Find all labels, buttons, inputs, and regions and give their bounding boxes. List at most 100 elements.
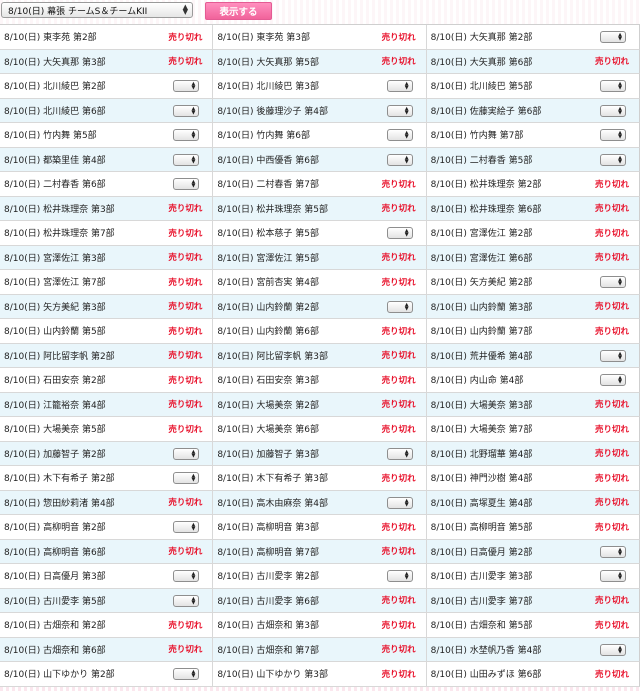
- ticket-cell: 8/10(日) 水埜帆乃香 第4部 ▲ ▼: [426, 637, 640, 662]
- sold-out-label: 売り切れ: [594, 179, 629, 190]
- table-row: 8/10(日) 松井珠理奈 第3部 売り切れ 8/10(日) 松井珠理奈 第5部 売り…: [0, 196, 640, 221]
- ticket-cell: 8/10(日) 山下ゆかり 第3部 売り切れ: [213, 662, 427, 687]
- quantity-select[interactable]: ▲ ▼: [599, 643, 626, 656]
- table-row: 8/10(日) 北川綾巴 第2部 ▲ ▼ 8/10(日) 北川綾巴 第3部 ▲ ▼ 8/10…: [0, 74, 640, 99]
- quantity-select[interactable]: ▲ ▼: [386, 129, 413, 141]
- ticket-label: 8/10(日) 松井珠理奈 第3部: [4, 204, 115, 215]
- ticket-label: 8/10(日) 日高優月 第3部: [4, 572, 106, 583]
- quantity-select[interactable]: ▲ ▼: [599, 80, 626, 92]
- ticket-label: 8/10(日) 古川愛李 第5部: [4, 596, 106, 607]
- ticket-cell: 8/10(日) 古畑奈和 第5部 売り切れ: [426, 613, 640, 638]
- ticket-cell: 8/10(日) 江籠裕奈 第4部 売り切れ: [0, 392, 214, 417]
- ticket-label: 8/10(日) 竹内舞 第5部: [4, 131, 97, 142]
- ticket-label: 8/10(日) 加藤智子 第3部: [217, 449, 320, 460]
- sold-out-label: 売り切れ: [594, 620, 629, 631]
- ticket-cell: 8/10(日) 高柳明音 第3部 売り切れ: [213, 515, 427, 540]
- ticket-label: 8/10(日) 高木由麻奈 第4部: [217, 498, 329, 509]
- ticket-cell: 8/10(日) 大場美奈 第6部 売り切れ: [213, 417, 427, 442]
- quantity-select[interactable]: ▲ ▼: [173, 447, 200, 460]
- quantity-select[interactable]: ▲ ▼: [173, 104, 200, 117]
- ticket-cell: 8/10(日) 高塚夏生 第4部 売り切れ: [426, 490, 640, 515]
- table-row: 8/10(日) 高柳明音 第6部 売り切れ 8/10(日) 高柳明音 第7部 売り切れ…: [0, 539, 640, 564]
- table-row: 8/10(日) 古畑奈和 第6部 売り切れ 8/10(日) 古畑奈和 第7部 売り切れ…: [0, 637, 640, 662]
- ticket-label: 8/10(日) 二村春香 第7部: [217, 180, 320, 191]
- ticket-label: 8/10(日) 古川愛李 第7部: [430, 596, 533, 607]
- ticket-cell: 8/10(日) 木下有希子 第3部 売り切れ: [213, 466, 427, 491]
- quantity-select[interactable]: ▲ ▼: [386, 447, 413, 460]
- table-row: 8/10(日) 大矢真那 第3部 売り切れ 8/10(日) 大矢真那 第5部 売り切れ…: [0, 49, 640, 74]
- quantity-select[interactable]: ▲ ▼: [599, 374, 626, 386]
- table-row: 8/10(日) 惣田紗莉渚 第4部 売り切れ 8/10(日) 高木由麻奈 第4部 ▲ ▼…: [0, 490, 640, 515]
- quantity-select[interactable]: ▲ ▼: [599, 545, 626, 558]
- ticket-label: 8/10(日) 石田安奈 第2部: [4, 376, 106, 387]
- quantity-select[interactable]: ▲ ▼: [599, 349, 626, 362]
- quantity-select[interactable]: ▲ ▼: [599, 129, 626, 141]
- ticket-label: 8/10(日) 山内鈴蘭 第2部: [217, 302, 320, 313]
- event-select-value: 8/10(日) 幕張 チームS＆チームKII: [8, 6, 148, 17]
- quantity-select[interactable]: ▲ ▼: [386, 104, 413, 117]
- quantity-select[interactable]: ▲ ▼: [599, 276, 626, 288]
- sold-out-label: 売り切れ: [168, 400, 203, 411]
- ticket-cell: 8/10(日) 荒井優希 第4部 ▲ ▼: [426, 343, 640, 368]
- sold-out-label: 売り切れ: [381, 547, 416, 558]
- select-arrows-icon: ▲ ▼: [618, 130, 622, 140]
- ticket-cell: 8/10(日) 北川綾巴 第3部 ▲ ▼: [213, 74, 427, 99]
- quantity-select[interactable]: ▲ ▼: [173, 521, 200, 533]
- ticket-cell: 8/10(日) 宮澤佐江 第5部 売り切れ: [213, 245, 427, 270]
- quantity-select[interactable]: ▲ ▼: [173, 472, 200, 484]
- ticket-label: 8/10(日) 東李苑 第3部: [217, 33, 311, 44]
- ticket-label: 8/10(日) 石田安奈 第3部: [217, 376, 320, 387]
- quantity-select[interactable]: ▲ ▼: [599, 570, 626, 582]
- ticket-label: 8/10(日) 松井珠理奈 第7部: [4, 229, 115, 240]
- quantity-select[interactable]: ▲ ▼: [386, 153, 413, 166]
- quantity-select[interactable]: ▲ ▼: [173, 668, 200, 680]
- ticket-label: 8/10(日) 古畑奈和 第2部: [4, 621, 106, 632]
- table-row: 8/10(日) 松井珠理奈 第7部 売り切れ 8/10(日) 松本慈子 第5部 ▲ ▼ 8…: [0, 221, 640, 246]
- ticket-cell: 8/10(日) 古畑奈和 第7部 売り切れ: [213, 637, 427, 662]
- ticket-cell: 8/10(日) 松本慈子 第5部 ▲ ▼: [213, 221, 427, 246]
- sold-out-label: 売り切れ: [594, 596, 629, 607]
- quantity-select[interactable]: ▲ ▼: [173, 153, 200, 166]
- ticket-cell: 8/10(日) 高柳明音 第7部 売り切れ: [213, 539, 427, 564]
- ticket-label: 8/10(日) 高柳明音 第3部: [217, 523, 320, 534]
- quantity-select[interactable]: ▲ ▼: [386, 300, 413, 313]
- table-row: 8/10(日) 古川愛李 第5部 ▲ ▼ 8/10(日) 古川愛李 第6部 売り切れ 8/…: [0, 588, 640, 613]
- ticket-label: 8/10(日) 日高優月 第2部: [430, 547, 533, 558]
- quantity-select[interactable]: ▲ ▼: [599, 153, 626, 166]
- quantity-select[interactable]: ▲ ▼: [599, 31, 626, 43]
- select-arrows-icon: ▲ ▼: [182, 3, 188, 16]
- quantity-select[interactable]: ▲ ▼: [173, 80, 200, 92]
- ticket-cell: 8/10(日) 高木由麻奈 第4部 ▲ ▼: [213, 490, 427, 515]
- ticket-cell: 8/10(日) 高柳明音 第5部 売り切れ: [426, 515, 640, 540]
- quantity-select[interactable]: ▲ ▼: [173, 594, 200, 607]
- table-row: 8/10(日) 竹内舞 第5部 ▲ ▼ 8/10(日) 竹内舞 第6部 ▲ ▼ 8/10(日…: [0, 123, 640, 148]
- ticket-cell: 8/10(日) 松井珠理奈 第7部 売り切れ: [0, 221, 214, 246]
- ticket-label: 8/10(日) 阿比留李帆 第3部: [217, 351, 329, 362]
- ticket-cell: 8/10(日) 北川綾巴 第6部 ▲ ▼: [0, 98, 214, 123]
- sold-out-label: 売り切れ: [594, 498, 629, 509]
- quantity-select[interactable]: ▲ ▼: [599, 104, 626, 117]
- ticket-label: 8/10(日) 木下有希子 第2部: [4, 474, 115, 485]
- ticket-label: 8/10(日) 木下有希子 第3部: [217, 474, 329, 485]
- table-row: 8/10(日) 宮澤佐江 第7部 売り切れ 8/10(日) 宮前杏実 第4部 売り切れ…: [0, 270, 640, 295]
- ticket-cell: 8/10(日) 山内鈴蘭 第2部 ▲ ▼: [213, 294, 427, 319]
- ticket-cell: 8/10(日) 神門沙樹 第4部 売り切れ: [426, 466, 640, 491]
- ticket-cell: 8/10(日) 竹内舞 第6部 ▲ ▼: [213, 123, 427, 148]
- quantity-select[interactable]: ▲ ▼: [173, 570, 200, 582]
- quantity-select[interactable]: ▲ ▼: [173, 178, 200, 190]
- quantity-select[interactable]: ▲ ▼: [386, 570, 413, 582]
- quantity-select[interactable]: ▲ ▼: [386, 227, 413, 239]
- select-arrows-icon: ▲ ▼: [191, 130, 196, 140]
- ticket-label: 8/10(日) 古畑奈和 第7部: [217, 645, 320, 656]
- select-arrows-icon: ▲ ▼: [618, 32, 622, 42]
- event-select[interactable]: 8/10(日) 幕張 チームS＆チームKII ▲ ▼: [1, 2, 193, 18]
- ticket-label: 8/10(日) 高柳明音 第7部: [217, 547, 320, 558]
- quantity-select[interactable]: ▲ ▼: [173, 129, 200, 141]
- ticket-cell: 8/10(日) 大矢真那 第2部 ▲ ▼: [426, 25, 640, 50]
- quantity-select[interactable]: ▲ ▼: [386, 496, 413, 509]
- select-arrows-icon: ▲ ▼: [618, 154, 622, 165]
- quantity-select[interactable]: ▲ ▼: [386, 80, 413, 92]
- show-button[interactable]: 表示する: [205, 2, 272, 20]
- ticket-label: 8/10(日) 大場美奈 第5部: [4, 425, 106, 436]
- ticket-label: 8/10(日) 加藤智子 第2部: [4, 449, 106, 460]
